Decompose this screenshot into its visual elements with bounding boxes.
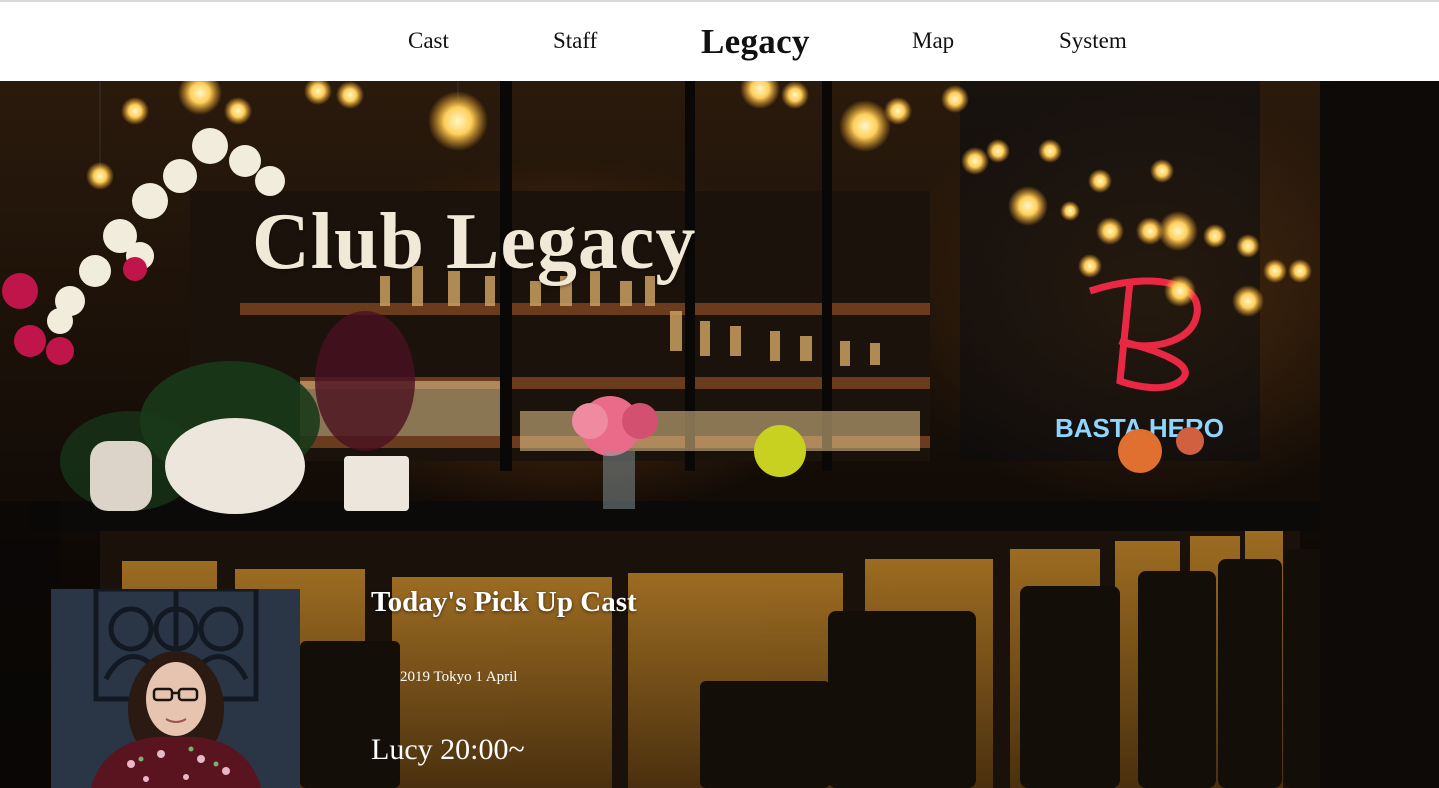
hero-title: Club Legacy (252, 198, 697, 286)
nav-link-cast[interactable]: Cast (408, 28, 449, 54)
hero-section: BASTA HERO Club Legacy Today's Pick Up C… (0, 81, 1439, 788)
nav-link-system[interactable]: System (1059, 28, 1127, 54)
cast-portrait-image (51, 589, 300, 788)
pickup-heading: Today's Pick Up Cast (371, 586, 637, 618)
cast-photo[interactable] (51, 589, 300, 788)
nav-link-staff[interactable]: Staff (553, 28, 597, 54)
pickup-cast-name-time[interactable]: Lucy 20:00~ (371, 733, 525, 767)
pickup-date: 2019 Tokyo 1 April (400, 669, 518, 685)
top-navigation-bar: Cast Staff Legacy Map System (0, 0, 1439, 81)
nav-link-map[interactable]: Map (912, 28, 954, 54)
nav-link-legacy[interactable]: Legacy (701, 22, 810, 62)
